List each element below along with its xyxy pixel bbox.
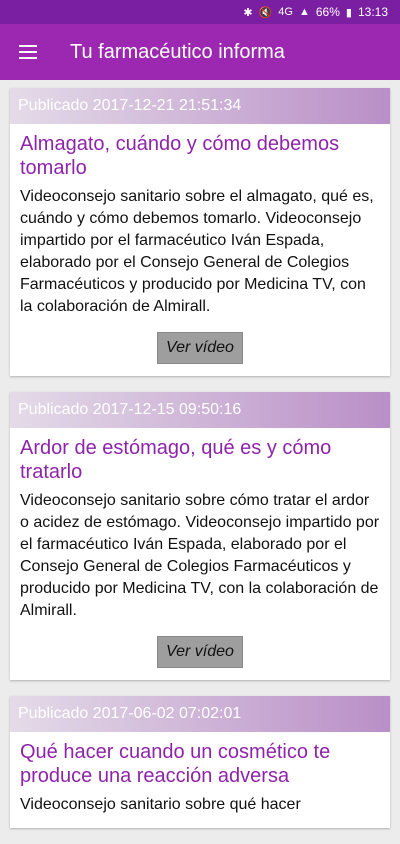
app-bar: Tu farmacéutico informa [0,24,400,80]
battery-icon: ▮ [345,6,352,19]
post-title: Almagato, cuándo y cómo debemos tomarlo [20,133,340,179]
post-date: Publicado 2017-06-02 07:02:01 [10,696,390,732]
menu-button[interactable] [0,24,56,80]
post-card: Publicado 2017-12-21 21:51:34 Almagato, … [10,88,390,376]
signal-icon: ▲ [298,6,310,18]
watch-video-button[interactable]: Ver vídeo [157,332,243,364]
clock: 13:13 [357,5,388,19]
post-date: Publicado 2017-12-15 09:50:16 [10,392,390,428]
post-description: Videoconsejo sanitario sobre el almagato… [20,188,374,315]
mute-icon: 🔇 [258,6,273,19]
post-date: Publicado 2017-12-21 21:51:34 [10,88,390,124]
watch-video-button[interactable]: Ver vídeo [157,636,243,668]
hamburger-menu-icon [19,45,37,59]
post-title: Ardor de estómago, qué es y cómo tratarl… [20,437,332,483]
post-description: Videoconsejo sanitario sobre qué hacer [20,796,301,813]
network-type: 4G [278,6,293,18]
status-bar: ✱ 🔇 4G ▲ 66% ▮ 13:13 [0,0,400,24]
post-title: Qué hacer cuando un cosmético te produce… [20,741,331,787]
bluetooth-icon: ✱ [243,6,253,19]
post-card: Publicado 2017-12-15 09:50:16 Ardor de e… [10,392,390,680]
battery-percent: 66% [315,5,340,19]
page-title: Tu farmacéutico informa [70,40,285,63]
post-card: Publicado 2017-06-02 07:02:01 Qué hacer … [10,696,390,828]
post-description: Videoconsejo sanitario sobre cómo tratar… [20,492,380,619]
post-feed[interactable]: Publicado 2017-12-21 21:51:34 Almagato, … [10,88,390,844]
